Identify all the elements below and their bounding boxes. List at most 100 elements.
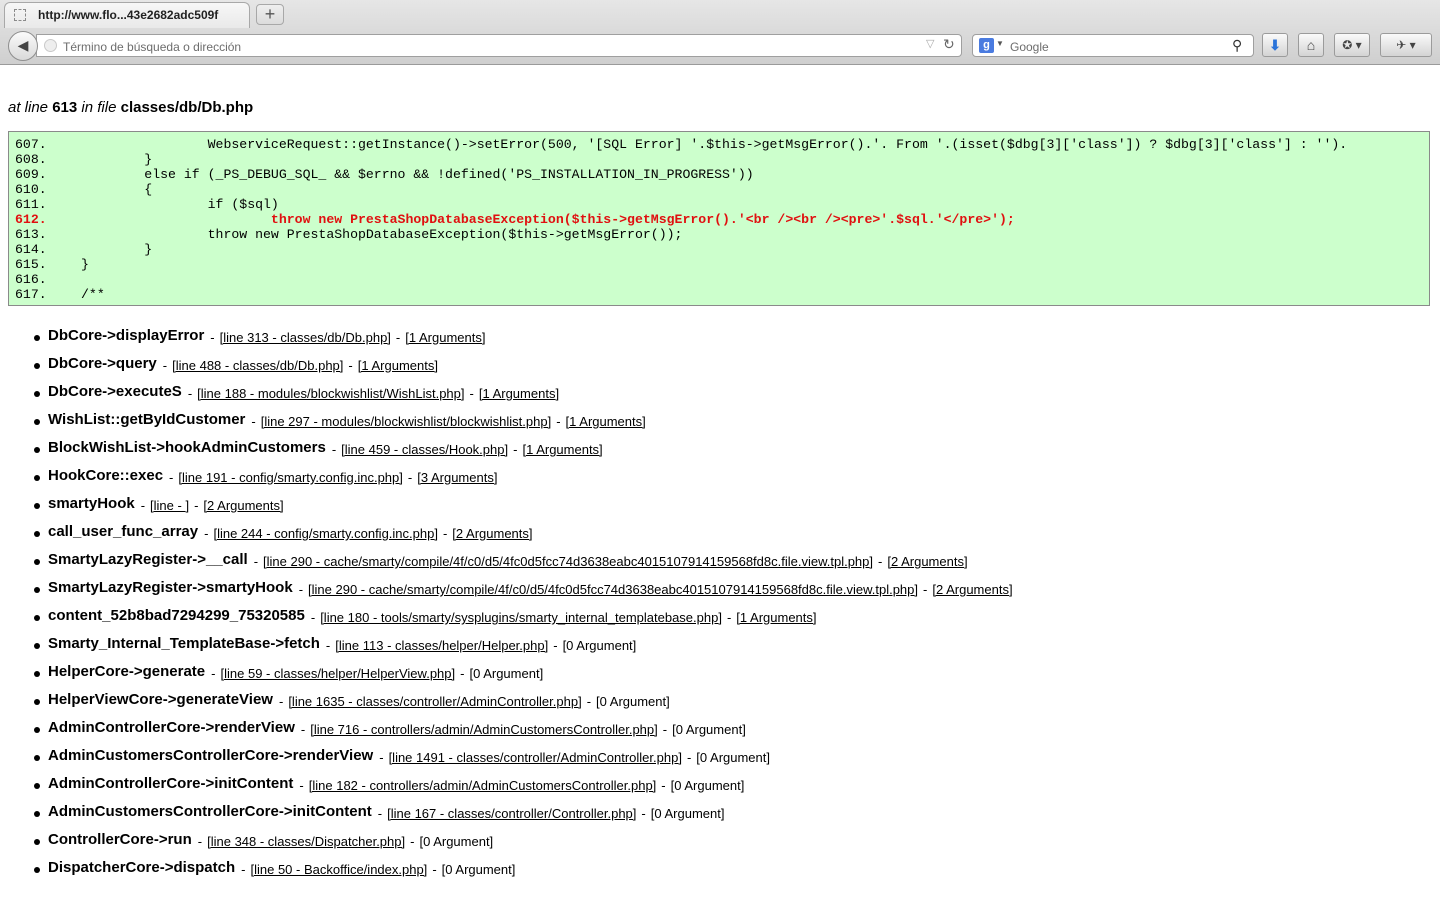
bullet-icon bbox=[34, 671, 40, 677]
back-arrow-icon: ◀ bbox=[17, 37, 29, 53]
file-location-link[interactable]: [line 1491 - classes/controller/AdminCon… bbox=[389, 750, 682, 765]
file-location-link[interactable]: [line 180 - tools/smarty/sysplugins/smar… bbox=[320, 610, 722, 625]
arguments-link[interactable]: [1 Arguments] bbox=[405, 330, 485, 345]
arguments-label: [0 Argument] bbox=[562, 638, 637, 653]
trace-details: - [line 188 - modules/blockwishlist/WishL… bbox=[188, 386, 559, 401]
bullet-icon bbox=[34, 615, 40, 621]
file-location-link[interactable]: [line 290 - cache/smarty/compile/4f/c0/d… bbox=[308, 582, 918, 597]
bullet-icon bbox=[34, 391, 40, 397]
arguments-label: [0 Argument] bbox=[596, 694, 670, 709]
search-bar[interactable]: g ▼ ⚲ bbox=[972, 34, 1254, 57]
browser-tab[interactable]: http://www.flo...43e2682adc509f bbox=[4, 2, 250, 28]
arguments-link[interactable]: [1 Arguments] bbox=[522, 442, 602, 457]
function-name: SmartyLazyRegister->smartyHook bbox=[48, 579, 293, 596]
download-arrow-icon: ⬇ bbox=[1269, 37, 1281, 53]
function-name: WishList::getByIdCustomer bbox=[48, 411, 246, 428]
bullet-icon bbox=[34, 867, 40, 873]
file-location-link[interactable]: [line 182 - controllers/admin/AdminCusto… bbox=[309, 778, 657, 793]
code-text: throw new PrestaShopDatabaseException($t… bbox=[81, 212, 1015, 227]
trace-details: - [line 182 - controllers/admin/AdminCust… bbox=[299, 778, 744, 793]
code-line: 613. throw new PrestaShopDatabaseExcepti… bbox=[15, 227, 682, 242]
code-text: } bbox=[81, 152, 153, 167]
file-location-link[interactable]: [line 290 - cache/smarty/compile/4f/c0/d… bbox=[263, 554, 873, 569]
code-text: if ($sql) bbox=[81, 197, 279, 212]
separator: - bbox=[331, 442, 337, 457]
file-location-link[interactable]: [line 167 - classes/controller/Controlle… bbox=[387, 806, 636, 821]
trace-details: - [line 113 - classes/helper/Helper.php] -… bbox=[326, 638, 636, 653]
file-location-link[interactable]: [line 488 - classes/db/Db.php] bbox=[172, 358, 343, 373]
address-input[interactable] bbox=[61, 36, 915, 57]
file-location-link[interactable]: [line 59 - classes/helper/HelperView.php… bbox=[221, 666, 456, 681]
separator: - bbox=[348, 358, 353, 373]
arguments-link[interactable]: [2 Arguments] bbox=[203, 498, 283, 513]
file-location-link[interactable]: [line 459 - classes/Hook.php] bbox=[341, 442, 508, 457]
function-name: AdminControllerCore->initContent bbox=[48, 775, 294, 792]
separator: - bbox=[241, 862, 246, 877]
function-name: HelperCore->generate bbox=[48, 663, 206, 680]
trace-details: - [line 348 - classes/Dispatcher.php] - [0 … bbox=[198, 834, 493, 849]
function-name: DispatcherCore->dispatch bbox=[48, 859, 236, 876]
google-icon[interactable]: g bbox=[979, 38, 994, 53]
file-location-link[interactable]: [line 113 - classes/helper/Helper.php] bbox=[335, 638, 548, 653]
line-number: 613. bbox=[15, 227, 47, 242]
arguments-label: [0 Argument] bbox=[672, 722, 746, 737]
arguments-link[interactable]: [3 Arguments] bbox=[417, 470, 497, 485]
trace-details: - [line - ] - [2 Arguments] bbox=[141, 498, 284, 513]
trace-details: - [line 244 - config/smarty.config.inc.ph… bbox=[204, 526, 532, 541]
search-icon[interactable]: ⚲ bbox=[1232, 37, 1242, 54]
file-location-link[interactable]: [line 244 - config/smarty.config.inc.php… bbox=[213, 526, 438, 541]
trace-details: - [line 59 - classes/helper/HelperView.ph… bbox=[211, 666, 543, 681]
file-location-link[interactable]: [line 716 - controllers/admin/AdminCusto… bbox=[310, 722, 658, 737]
separator: - bbox=[379, 750, 384, 765]
arguments-link[interactable]: [2 Arguments] bbox=[452, 526, 532, 541]
bullet-icon bbox=[34, 643, 40, 649]
arguments-link[interactable]: [1 Arguments] bbox=[736, 610, 816, 625]
code-text: { bbox=[81, 182, 153, 197]
separator: - bbox=[407, 470, 413, 485]
chevron-down-icon[interactable]: ▼ bbox=[996, 39, 1004, 48]
file-location-link[interactable]: [line 313 - classes/db/Db.php] bbox=[220, 330, 391, 345]
trace-details: - [line 297 - modules/blockwishlist/block… bbox=[251, 414, 645, 429]
file-location-link[interactable]: [line 191 - config/smarty.config.inc.php… bbox=[178, 470, 403, 485]
arguments-link[interactable]: [1 Arguments] bbox=[566, 414, 646, 429]
reload-icon[interactable]: ↻ bbox=[943, 36, 955, 53]
arguments-link[interactable]: [2 Arguments] bbox=[887, 554, 967, 569]
file-location-link[interactable]: [line 348 - classes/Dispatcher.php] bbox=[207, 834, 405, 849]
function-name: AdminControllerCore->renderView bbox=[48, 719, 295, 736]
file-location-link[interactable]: [line 297 - modules/blockwishlist/blockw… bbox=[261, 414, 551, 429]
trace-details: - [line 716 - controllers/admin/AdminCust… bbox=[301, 722, 746, 737]
new-tab-button[interactable]: + bbox=[256, 4, 284, 25]
search-input[interactable] bbox=[1008, 36, 1232, 57]
separator: - bbox=[300, 722, 306, 737]
back-button[interactable]: ◀ bbox=[8, 31, 38, 61]
bullet-icon bbox=[34, 783, 40, 789]
code-line: 614. } bbox=[15, 242, 152, 257]
arguments-link[interactable]: [1 Arguments] bbox=[479, 386, 559, 401]
home-button[interactable]: ⌂ bbox=[1298, 33, 1324, 57]
page-icon bbox=[14, 9, 26, 21]
function-name: Smarty_Internal_TemplateBase->fetch bbox=[48, 635, 320, 652]
bullet-icon bbox=[34, 475, 40, 481]
arguments-label: [0 Argument] bbox=[650, 806, 725, 821]
bookmarks-button[interactable]: ✪ ▾ bbox=[1334, 33, 1370, 57]
trace-details: - [line 1635 - classes/controller/AdminCo… bbox=[279, 694, 670, 709]
separator: - bbox=[194, 498, 199, 513]
file-location-link[interactable]: [line 1635 - classes/controller/AdminCon… bbox=[288, 694, 581, 709]
separator: - bbox=[204, 526, 209, 541]
downloads-button[interactable]: ⬇ bbox=[1262, 33, 1288, 57]
separator: - bbox=[556, 414, 561, 429]
file-location-link[interactable]: [line - ] bbox=[150, 498, 189, 513]
history-dropdown-icon[interactable]: ▽ bbox=[926, 37, 934, 50]
separator: - bbox=[586, 694, 592, 709]
function-name: AdminCustomersControllerCore->renderView bbox=[48, 747, 374, 764]
arguments-link[interactable]: [2 Arguments] bbox=[932, 582, 1012, 597]
function-name: content_52b8bad7294299_75320585 bbox=[48, 607, 305, 624]
address-bar[interactable]: ▽ ↻ bbox=[36, 34, 962, 57]
code-line: 611. if ($sql) bbox=[15, 197, 279, 212]
file-location-link[interactable]: [line 50 - Backoffice/index.php] bbox=[250, 862, 427, 877]
extensions-button[interactable]: ✈ ▾ bbox=[1380, 33, 1432, 57]
trace-details: - [line 313 - classes/db/Db.php] - [1 Argum… bbox=[210, 330, 485, 345]
code-line: 616. bbox=[15, 272, 81, 287]
arguments-link[interactable]: [1 Arguments] bbox=[358, 358, 438, 373]
file-location-link[interactable]: [line 188 - modules/blockwishlist/WishLi… bbox=[197, 386, 464, 401]
